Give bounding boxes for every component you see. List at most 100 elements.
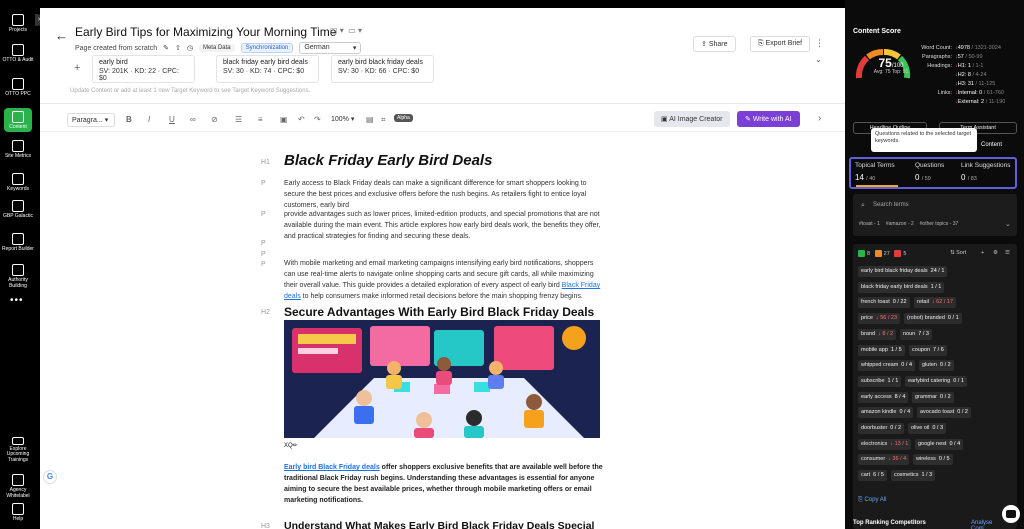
- term-chip[interactable]: (robot) branded 0 / 1: [904, 313, 962, 325]
- nav-site-metrics[interactable]: Site Metrics: [0, 140, 36, 166]
- doc-heading-3[interactable]: Understand What Makes Early Bird Black F…: [284, 520, 594, 529]
- article-illustration[interactable]: [284, 320, 600, 438]
- term-chip[interactable]: noun 7 / 3: [900, 328, 932, 340]
- doc-paragraph[interactable]: provide advantages such as lower prices,…: [284, 209, 604, 242]
- term-chip[interactable]: olive oil 0 / 3: [908, 423, 947, 434]
- nav-otto-audit[interactable]: OTTO & Audit: [0, 44, 36, 70]
- nav-projects[interactable]: Projects: [0, 14, 36, 40]
- undo-icon[interactable]: ↶: [298, 115, 305, 124]
- paragraph-style-select[interactable]: Paragra... ▾: [67, 113, 115, 127]
- meta-data-tag[interactable]: Meta Data: [198, 44, 235, 52]
- term-chip[interactable]: cart 6 / 5: [858, 470, 887, 482]
- redo-icon[interactable]: ↷: [314, 115, 321, 124]
- doc-paragraph[interactable]: Early access to Black Friday deals can m…: [284, 178, 604, 211]
- expand-chevron-icon[interactable]: ⌄: [815, 55, 822, 64]
- ai-image-creator-button[interactable]: ▣ AI Image Creator: [654, 111, 730, 127]
- nav-content[interactable]: Content: [4, 108, 32, 132]
- nav-otto-ppc[interactable]: OTTO PPC: [0, 78, 36, 104]
- filter-chip[interactable]: #toast - 1: [859, 221, 880, 227]
- analyse-competitors-link[interactable]: Analyse Com...: [971, 520, 992, 529]
- back-arrow-icon[interactable]: ←: [55, 28, 68, 43]
- nav-report-builder[interactable]: Report Builder: [0, 233, 36, 259]
- doc-heading-2[interactable]: Secure Advantages With Early Bird Black …: [284, 305, 594, 319]
- page-title[interactable]: Early Bird Tips for Maximizing Your Morn…: [75, 25, 336, 39]
- list-icon[interactable]: ☰: [1005, 250, 1010, 256]
- google-icon[interactable]: G: [43, 470, 57, 484]
- tab-link-suggestions[interactable]: Link Suggestions 0 / 83: [961, 162, 1011, 182]
- edit-icon[interactable]: ✎: [163, 44, 169, 52]
- filter-green[interactable]: 8: [858, 250, 870, 257]
- sort-button[interactable]: ⇅ Sort: [950, 250, 966, 256]
- export-brief-button[interactable]: ⎘ Export Brief: [750, 36, 811, 52]
- term-chip[interactable]: subscribe 1 / 1: [858, 375, 902, 387]
- term-chip[interactable]: wireless 0 / 5: [913, 454, 953, 466]
- term-chip[interactable]: coupon 7 / 6: [909, 344, 947, 356]
- more-icon[interactable]: ⋮: [815, 38, 824, 49]
- nav-help[interactable]: Help: [0, 503, 36, 529]
- doc-paragraph[interactable]: Early bird Black Friday deals offer shop…: [284, 462, 604, 506]
- term-chip[interactable]: early bird black friday deals 24 / 1: [858, 266, 948, 277]
- term-chip[interactable]: black friday early bird deals 1 / 1: [858, 281, 945, 293]
- term-chip[interactable]: amazon kindle 0 / 4: [858, 407, 914, 419]
- write-with-ai-button[interactable]: ✎ Write with AI: [737, 111, 800, 127]
- bullet-list-icon[interactable]: ☰: [235, 115, 242, 124]
- tab-questions[interactable]: Questions 0 / 59: [915, 162, 944, 182]
- term-chip[interactable]: price ↓ 56 / 23: [858, 313, 901, 325]
- term-chip[interactable]: early access 8 / 4: [858, 391, 909, 403]
- bold-icon[interactable]: B: [126, 115, 132, 124]
- keyword-card[interactable]: black friday early bird deals SV: 30 · K…: [216, 55, 319, 83]
- term-chip[interactable]: brand ↓ 8 / 2: [858, 328, 897, 340]
- nav-explore-trainings[interactable]: Explore Upcoming Trainings: [0, 437, 36, 463]
- chevron-right-icon[interactable]: ›: [818, 113, 821, 124]
- term-chip[interactable]: grammar 0 / 2: [912, 391, 954, 403]
- folder-dropdown[interactable]: ▢ ▾ ▭ ▾: [330, 26, 362, 35]
- more-nav-icon[interactable]: •••: [10, 295, 24, 306]
- language-select[interactable]: German ▾: [299, 42, 362, 54]
- link-icon[interactable]: ∞: [190, 115, 196, 124]
- term-chip[interactable]: avocado toast 0 / 2: [917, 407, 971, 419]
- unlink-icon[interactable]: ⊘: [211, 115, 218, 124]
- numbered-list-icon[interactable]: ≡: [258, 115, 263, 124]
- term-chip[interactable]: electronics ↓ 13 / 1: [858, 438, 912, 450]
- keyword-card[interactable]: early bird SV: 201K · KD: 22 · CPC: $0: [92, 55, 195, 83]
- image-icon[interactable]: ▣: [280, 115, 288, 124]
- term-chip[interactable]: doorbuster 0 / 2: [858, 423, 904, 434]
- code-icon[interactable]: ⌗: [381, 115, 386, 125]
- nav-authority-building[interactable]: Authority Building: [0, 264, 36, 290]
- underline-icon[interactable]: U: [169, 115, 175, 124]
- settings-icon[interactable]: ⚙: [993, 250, 998, 256]
- term-chip[interactable]: french toast 0 / 22: [858, 297, 910, 309]
- term-chip[interactable]: consumer ↓ 36 / 4: [858, 454, 910, 466]
- upload-icon[interactable]: ⇧: [175, 44, 181, 52]
- zoom-select[interactable]: 100% ▾: [331, 115, 354, 123]
- chevron-down-icon[interactable]: ⌄: [1005, 220, 1011, 228]
- history-icon[interactable]: ◷: [187, 44, 193, 52]
- add-icon[interactable]: +: [981, 250, 984, 256]
- term-chip[interactable]: retail ↓ 62 / 17: [914, 297, 957, 309]
- filter-orange[interactable]: 27: [874, 250, 890, 257]
- term-chip[interactable]: earlybird catering 0 / 1: [905, 375, 967, 387]
- term-chip[interactable]: mobile app 1 / 5: [858, 344, 905, 356]
- term-chip[interactable]: gluten 0 / 2: [919, 360, 954, 372]
- doc-paragraph[interactable]: With mobile marketing and email marketin…: [284, 258, 604, 302]
- document-icon[interactable]: ▤: [366, 115, 374, 124]
- copy-all-button[interactable]: ⎘ Copy All: [858, 497, 886, 504]
- term-chip[interactable]: google nest 0 / 4: [915, 438, 964, 450]
- document-body[interactable]: H1 Black Friday Early Bird Deals P Early…: [40, 136, 845, 529]
- filter-chip[interactable]: #amazon - 2: [886, 221, 914, 227]
- term-chip[interactable]: cosmetics 1 / 3: [891, 470, 936, 482]
- italic-icon[interactable]: I: [148, 115, 150, 124]
- nav-agency-whitelabel[interactable]: Agency Whitelabel: [0, 474, 36, 500]
- nav-keywords[interactable]: Keywords: [0, 173, 36, 199]
- synchronization-tag[interactable]: Synchronization: [240, 43, 294, 53]
- tab-topical-terms[interactable]: Topical Terms 14 / 40: [855, 162, 895, 182]
- chat-icon[interactable]: [1002, 505, 1020, 523]
- filter-chip[interactable]: #other topics - 37: [920, 221, 959, 227]
- add-keyword-button[interactable]: +: [74, 62, 80, 74]
- nav-gbp-galactic[interactable]: GBP Galactic: [0, 200, 36, 226]
- share-button[interactable]: ⇪ Share: [693, 36, 736, 52]
- keyword-card[interactable]: early bird black friday deals SV: 30 · K…: [331, 55, 434, 83]
- search-input[interactable]: Search terms: [873, 202, 909, 208]
- doc-heading-1[interactable]: Black Friday Early Bird Deals: [284, 152, 492, 169]
- early-bird-deals-link[interactable]: Early bird Black Friday deals: [284, 464, 380, 471]
